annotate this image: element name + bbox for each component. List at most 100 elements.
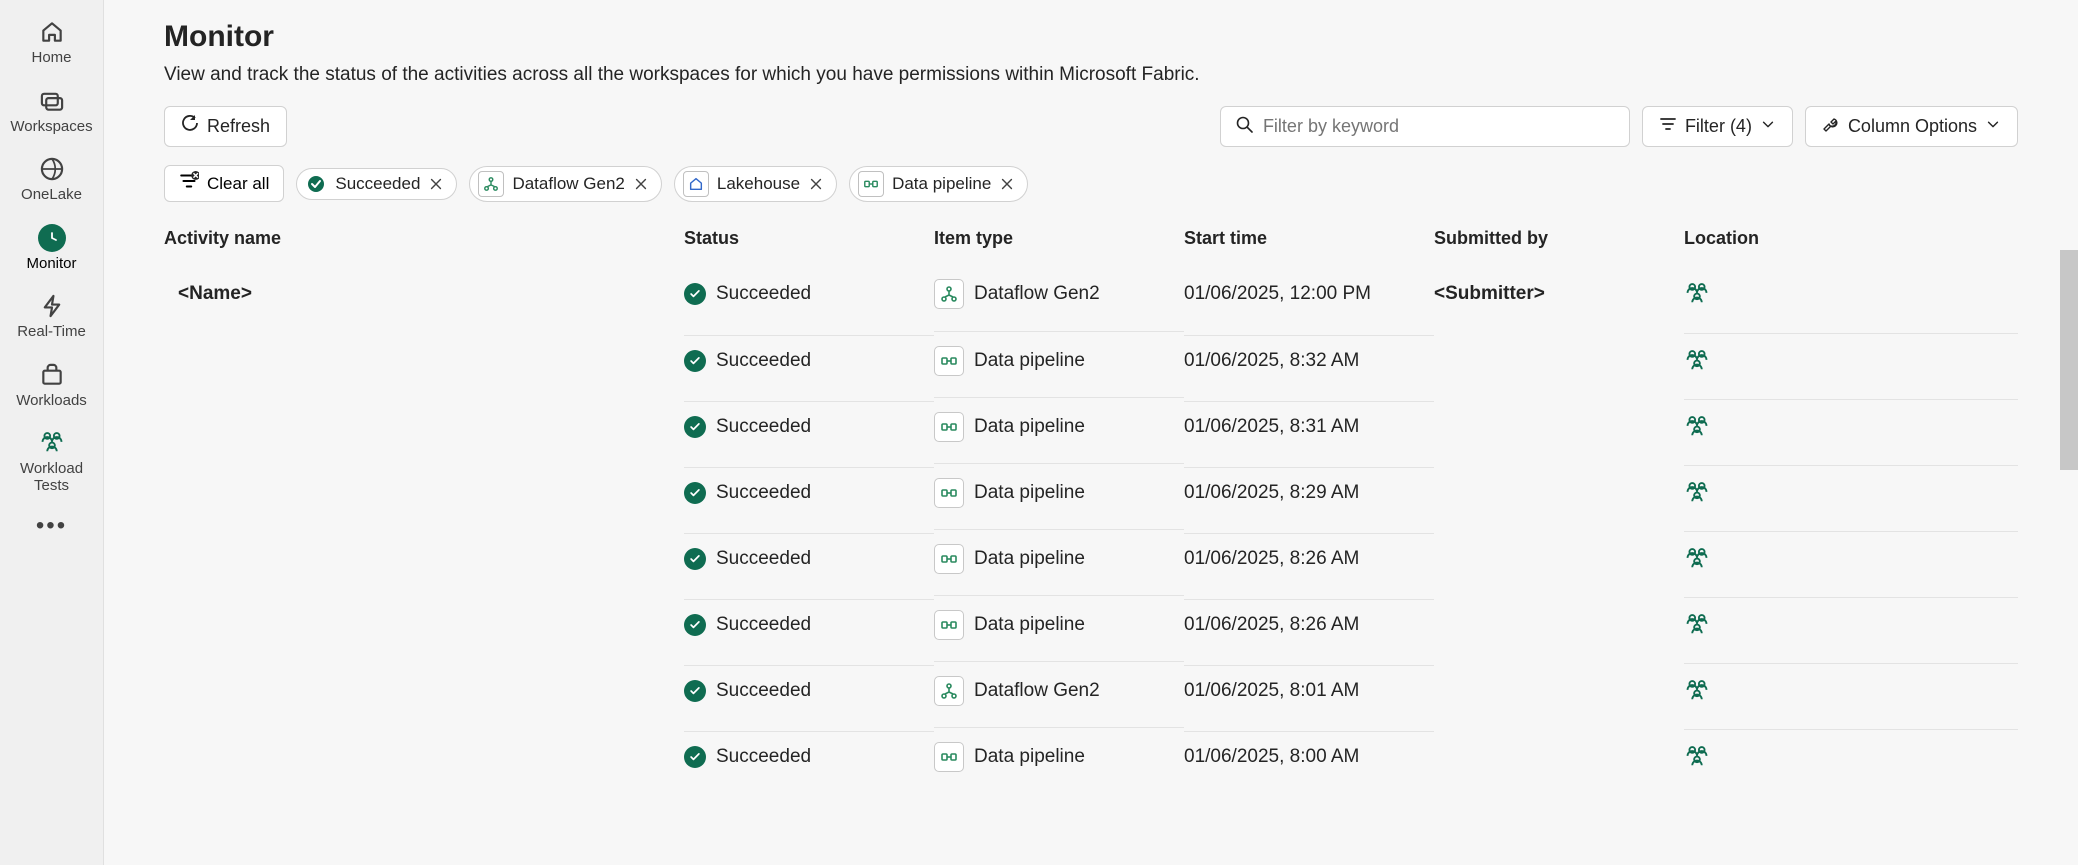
chevron-down-icon <box>1760 116 1776 137</box>
col-status[interactable]: Status <box>684 228 934 249</box>
pipeline-icon <box>934 478 964 508</box>
chip-label: Dataflow Gen2 <box>512 174 624 194</box>
nav-monitor[interactable]: Monitor <box>0 214 103 283</box>
column-options-button[interactable]: Column Options <box>1805 106 2018 147</box>
toolbar: Refresh Filter (4) Column Options <box>164 106 2018 147</box>
nav-label: Monitor <box>26 256 76 273</box>
status-text: Succeeded <box>716 614 811 636</box>
chip-data-pipeline[interactable]: Data pipeline <box>849 166 1028 202</box>
pipeline-icon <box>934 610 964 640</box>
cell-start-time: 01/06/2025, 8:26 AM <box>1184 533 1434 584</box>
workspace-icon <box>1684 281 1710 307</box>
cell-status: Succeeded <box>684 665 934 716</box>
table-row[interactable]: SucceededDataflow Gen201/06/2025, 8:01 A… <box>164 657 2018 723</box>
table-row[interactable]: SucceededData pipeline01/06/2025, 8:26 A… <box>164 525 2018 591</box>
wrench-icon <box>1822 115 1840 138</box>
item-type-text: Data pipeline <box>974 746 1085 768</box>
column-options-label: Column Options <box>1848 116 1977 137</box>
filter-label: Filter (4) <box>1685 116 1752 137</box>
chip-remove-icon[interactable] <box>999 176 1015 192</box>
cell-location <box>1684 399 2018 454</box>
workspace-icon <box>1684 744 1710 770</box>
cell-status: Succeeded <box>684 401 934 452</box>
success-icon <box>684 680 706 702</box>
status-text: Succeeded <box>716 283 811 305</box>
cell-activity-name <box>164 610 684 638</box>
scrollbar[interactable] <box>2060 250 2078 470</box>
table-row[interactable]: <Name>SucceededDataflow Gen201/06/2025, … <box>164 261 2018 327</box>
page-title: Monitor <box>164 20 2018 54</box>
cell-status: Succeeded <box>684 267 934 321</box>
refresh-button[interactable]: Refresh <box>164 106 287 147</box>
chip-label: Data pipeline <box>892 174 991 194</box>
nav-label: Workload Tests <box>4 461 99 494</box>
cell-item-type: Data pipeline <box>934 331 1184 390</box>
refresh-label: Refresh <box>207 116 270 137</box>
col-item-type[interactable]: Item type <box>934 228 1184 249</box>
nav-label: Workloads <box>16 393 87 410</box>
nav-workloads[interactable]: Workloads <box>0 351 103 420</box>
item-type-text: Dataflow Gen2 <box>974 283 1100 305</box>
col-activity-name[interactable]: Activity name <box>164 228 684 249</box>
status-text: Succeeded <box>716 416 811 438</box>
cell-activity-name <box>164 412 684 440</box>
cell-start-time: 01/06/2025, 12:00 PM <box>1184 267 1434 321</box>
chip-lakehouse[interactable]: Lakehouse <box>674 166 837 202</box>
col-location[interactable]: Location <box>1684 228 2018 249</box>
chip-remove-icon[interactable] <box>633 176 649 192</box>
sidebar: Home Workspaces OneLake Monitor Real-Tim… <box>0 0 104 865</box>
realtime-icon <box>38 292 66 320</box>
cell-status: Succeeded <box>684 533 934 584</box>
workspace-icon <box>1684 480 1710 506</box>
filter-button[interactable]: Filter (4) <box>1642 106 1793 147</box>
cell-status: Succeeded <box>684 467 934 518</box>
table-row[interactable]: SucceededData pipeline01/06/2025, 8:00 A… <box>164 723 2018 789</box>
search-icon <box>1235 115 1253 138</box>
cell-submitted-by <box>1434 478 1684 506</box>
success-icon <box>684 482 706 504</box>
workspace-icon <box>1684 414 1710 440</box>
success-icon <box>684 614 706 636</box>
cell-submitted-by <box>1434 346 1684 374</box>
col-start-time[interactable]: Start time <box>1184 228 1434 249</box>
search-box[interactable] <box>1220 106 1630 147</box>
cell-start-time: 01/06/2025, 8:01 AM <box>1184 665 1434 716</box>
table-row[interactable]: SucceededData pipeline01/06/2025, 8:32 A… <box>164 327 2018 393</box>
chip-label: Lakehouse <box>717 174 800 194</box>
workspace-icon <box>1684 546 1710 572</box>
table-row[interactable]: SucceededData pipeline01/06/2025, 8:26 A… <box>164 591 2018 657</box>
status-text: Succeeded <box>716 746 811 768</box>
monitor-icon <box>38 224 66 252</box>
table-row[interactable]: SucceededData pipeline01/06/2025, 8:29 A… <box>164 459 2018 525</box>
table-row[interactable]: SucceededData pipeline01/06/2025, 8:31 A… <box>164 393 2018 459</box>
dataflow-icon <box>934 676 964 706</box>
chip-remove-icon[interactable] <box>428 176 444 192</box>
col-submitted-by[interactable]: Submitted by <box>1434 228 1684 249</box>
chip-label: Succeeded <box>335 174 420 194</box>
nav-workspaces[interactable]: Workspaces <box>0 77 103 146</box>
cell-location <box>1684 333 2018 388</box>
chip-succeeded[interactable]: Succeeded <box>296 168 457 200</box>
nav-more[interactable]: ••• <box>36 512 67 540</box>
cell-location <box>1684 663 2018 718</box>
nav-home[interactable]: Home <box>0 8 103 77</box>
cell-submitted-by <box>1434 544 1684 572</box>
success-icon <box>684 283 706 305</box>
filter-chips-row: Clear all Succeeded Dataflow Gen2 Lakeho… <box>164 165 2018 202</box>
workspace-icon <box>1684 678 1710 704</box>
nav-onelake[interactable]: OneLake <box>0 145 103 214</box>
cell-item-type: Data pipeline <box>934 463 1184 522</box>
cell-location <box>1684 465 2018 520</box>
search-input[interactable] <box>1263 116 1615 137</box>
item-type-text: Data pipeline <box>974 416 1085 438</box>
chip-remove-icon[interactable] <box>808 176 824 192</box>
nav-workload-tests[interactable]: Workload Tests <box>0 419 103 504</box>
nav-realtime[interactable]: Real-Time <box>0 282 103 351</box>
refresh-icon <box>181 115 199 138</box>
workspace-icon <box>1684 348 1710 374</box>
cell-submitted-by <box>1434 610 1684 638</box>
clear-all-button[interactable]: Clear all <box>164 165 284 202</box>
success-icon <box>684 746 706 768</box>
success-icon <box>684 548 706 570</box>
chip-dataflow-gen2[interactable]: Dataflow Gen2 <box>469 166 661 202</box>
